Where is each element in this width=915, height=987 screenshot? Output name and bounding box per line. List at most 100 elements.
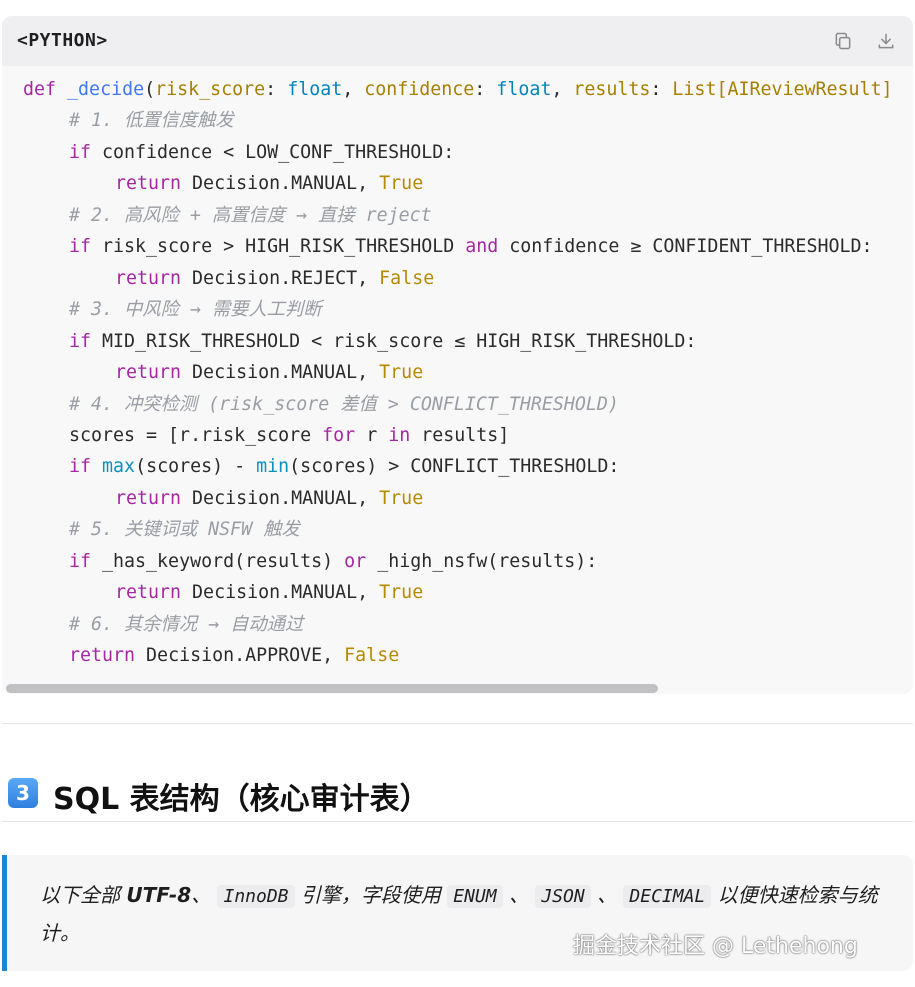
code-token: if xyxy=(69,236,92,258)
code-token: return xyxy=(115,487,182,509)
code-line: # 5. 关键词或 NSFW 触发 xyxy=(69,518,300,542)
code-token: confidence < LOW_CONF_THRESHOLD: xyxy=(91,141,455,163)
code-line: # 1. 低置信度触发 xyxy=(69,109,234,133)
code-token: , xyxy=(551,79,574,100)
code-token: return xyxy=(115,267,182,289)
code-token: min xyxy=(256,456,290,478)
code-line: return Decision.MANUAL, True xyxy=(115,487,423,511)
code-line: if max(scores) - min(scores) > CONFLICT_… xyxy=(69,455,619,479)
code-token: ( xyxy=(144,79,156,100)
code-token: Decision.MANUAL, xyxy=(181,487,380,509)
code-token: confidence xyxy=(364,79,475,100)
code-line: if risk_score > HIGH_RISK_THRESHOLD and … xyxy=(69,235,872,259)
code-token: def xyxy=(23,79,57,100)
code-token: float xyxy=(287,79,343,100)
code-line: return Decision.APPROVE, False xyxy=(69,644,399,668)
code-token: , xyxy=(342,79,365,100)
code-token: True xyxy=(379,487,424,509)
code-token: risk_score xyxy=(155,79,266,100)
code-token: results xyxy=(573,79,651,100)
code-line: return Decision.REJECT, False xyxy=(115,267,434,291)
code-token: # 4. 冲突检测 (risk_score 差值 > CONFLICT_THRE… xyxy=(69,393,619,415)
code-token: confidence ≥ CONFIDENT_THRESHOLD: xyxy=(498,236,873,258)
code-token: True xyxy=(379,582,424,604)
code-content[interactable]: def _decide(risk_score: float, confidenc… xyxy=(2,76,913,676)
code-token: # 3. 中风险 → 需要人工判断 xyxy=(69,299,322,321)
divider xyxy=(2,821,913,822)
code-token: if xyxy=(69,550,92,572)
code-token: or xyxy=(344,550,367,572)
code-token: if xyxy=(69,141,92,163)
copy-icon[interactable] xyxy=(831,29,855,53)
code-token: # 2. 高风险 + 高置信度 → 直接 reject xyxy=(69,204,432,226)
code-token: # 1. 低置信度触发 xyxy=(69,110,234,132)
code-line: # 6. 其余情况 → 自动通过 xyxy=(69,613,303,637)
code-token: Decision.MANUAL, xyxy=(181,173,380,195)
code-token: _high_nsfw(results): xyxy=(366,550,598,572)
code-line: if confidence < LOW_CONF_THRESHOLD: xyxy=(69,141,454,165)
code-token: float xyxy=(496,79,552,100)
code-line: # 2. 高风险 + 高置信度 → 直接 reject xyxy=(69,204,432,228)
code-token: : xyxy=(265,79,288,100)
code-token: risk_score > HIGH_RISK_THRESHOLD xyxy=(91,236,466,258)
section-number-badge: 3 xyxy=(8,778,38,808)
code-token: True xyxy=(379,362,424,384)
section-heading: SQL 表结构（核心审计表） xyxy=(53,782,430,817)
inline-code: DECIMAL xyxy=(623,885,712,908)
code-token: MID_RISK_THRESHOLD < risk_score ≤ HIGH_R… xyxy=(91,330,697,352)
code-token: scores = [r.risk_score xyxy=(69,424,323,446)
code-token: max xyxy=(102,456,136,478)
code-token: Decision.MANUAL, xyxy=(181,582,380,604)
inline-code: JSON xyxy=(535,885,591,908)
code-line: # 3. 中风险 → 需要人工判断 xyxy=(69,298,322,322)
code-token: return xyxy=(115,173,182,195)
code-token: _decide xyxy=(67,79,145,100)
code-token: : xyxy=(474,79,497,100)
code-token: Decision.REJECT, xyxy=(181,267,380,289)
code-token: (scores) - xyxy=(135,456,257,478)
blockquote-accent-bar xyxy=(2,855,7,971)
code-block-header: <PYTHON> xyxy=(2,16,913,66)
code-token: Decision.MANUAL, xyxy=(181,362,380,384)
download-icon[interactable] xyxy=(874,29,898,53)
bold-text: UTF-8 xyxy=(126,883,192,907)
code-token: return xyxy=(115,362,182,384)
scrollbar-thumb[interactable] xyxy=(6,684,658,693)
code-token: Decision.APPROVE, xyxy=(135,645,345,667)
code-line: return Decision.MANUAL, True xyxy=(115,361,423,385)
code-token: r xyxy=(355,424,389,446)
code-token: (scores) > CONFLICT_THRESHOLD: xyxy=(289,456,620,478)
code-line: # 4. 冲突检测 (risk_score 差值 > CONFLICT_THRE… xyxy=(69,393,619,417)
code-line: def _decide(risk_score: float, confidenc… xyxy=(23,78,893,102)
divider xyxy=(2,723,913,724)
code-token: False xyxy=(379,267,435,289)
code-token: and xyxy=(465,236,499,258)
code-line: if _has_keyword(results) or _high_nsfw(r… xyxy=(69,550,597,574)
code-token: _has_keyword(results) xyxy=(91,550,345,572)
inline-code: InnoDB xyxy=(217,885,295,908)
horizontal-scrollbar[interactable] xyxy=(2,682,913,694)
code-line: return Decision.MANUAL, True xyxy=(115,581,423,605)
code-language-label: <PYTHON> xyxy=(17,30,108,51)
code-token: return xyxy=(115,582,182,604)
code-token: in xyxy=(388,424,411,446)
code-token: results] xyxy=(410,424,510,446)
watermark: 掘金技术社区 @ Lethehong xyxy=(573,934,858,959)
code-line: if MID_RISK_THRESHOLD < risk_score ≤ HIG… xyxy=(69,330,696,354)
code-token: : xyxy=(650,79,673,100)
code-token: for xyxy=(322,424,356,446)
code-token: List[AIReviewResult] xyxy=(672,79,893,100)
code-token: True xyxy=(379,173,424,195)
code-token: return xyxy=(69,645,136,667)
inline-code: ENUM xyxy=(447,885,503,908)
code-token: # 6. 其余情况 → 自动通过 xyxy=(69,613,304,635)
code-token: # 5. 关键词或 NSFW 触发 xyxy=(69,519,300,541)
code-token: if xyxy=(69,330,92,352)
code-token: False xyxy=(344,645,400,667)
code-line: scores = [r.risk_score for r in results] xyxy=(69,424,509,448)
code-token: if xyxy=(69,456,92,478)
code-line: return Decision.MANUAL, True xyxy=(115,172,423,196)
code-block: <PYTHON> def _decide(risk_score: float, … xyxy=(2,16,913,694)
